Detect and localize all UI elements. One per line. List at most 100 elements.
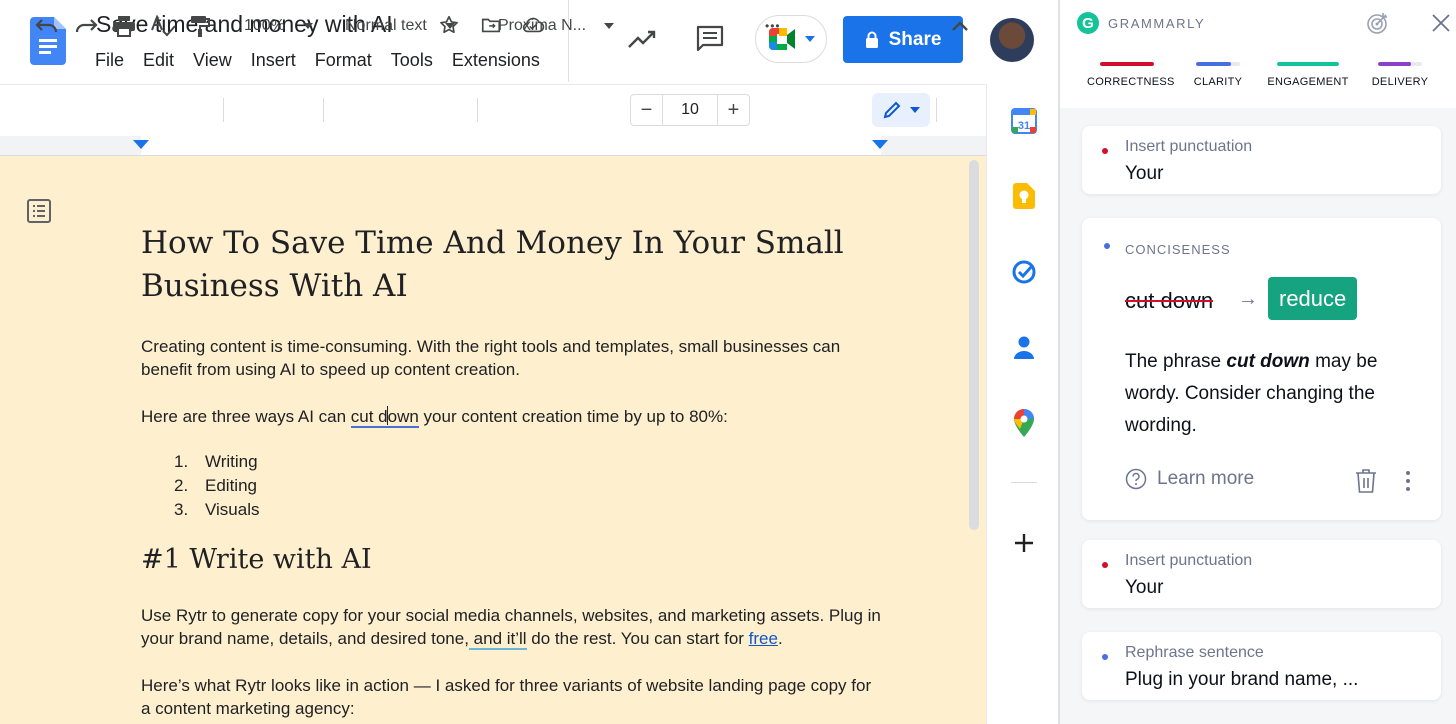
menu-format[interactable]: Format (315, 50, 372, 71)
rytr-paragraph: Use Rytr to generate copy for your socia… (141, 604, 881, 650)
menu-file[interactable]: File (95, 50, 124, 71)
suggestion-preview: Plug in your brand name, ... (1125, 669, 1359, 690)
correctness-dot (1102, 148, 1108, 154)
document-canvas[interactable]: How To Save Time And Money In Your Small… (0, 156, 986, 724)
grammarly-header: G GRAMMARLY CORRECTNESS CLARITY ENGAGEME… (1060, 0, 1456, 108)
category-engagement[interactable]: ENGAGEMENT (1267, 62, 1349, 88)
list-item: 2. Editing (141, 474, 881, 498)
comment-history-icon[interactable] (694, 24, 726, 54)
delivery-bar (1378, 62, 1422, 66)
free-link[interactable]: free (749, 629, 778, 648)
list-text: Writing (205, 452, 258, 471)
increase-font-size-button[interactable]: + (717, 95, 749, 125)
divider (223, 98, 224, 122)
suggestion-preview: Your (1125, 577, 1164, 598)
suggestion-category: CONCISENESS (1125, 242, 1231, 257)
menu-tools[interactable]: Tools (391, 50, 433, 71)
paint-format-icon[interactable] (189, 0, 211, 52)
category-correctness[interactable]: CORRECTNESS (1087, 62, 1174, 88)
suggestion-card[interactable]: Rephrase sentence Plug in your brand nam… (1082, 632, 1441, 700)
vertical-scrollbar[interactable] (969, 160, 979, 530)
avatar[interactable] (990, 18, 1034, 62)
pencil-icon (883, 101, 901, 119)
paragraph-text: Here are three ways AI can (141, 407, 351, 426)
list-text: Editing (205, 476, 257, 495)
font-size-input[interactable]: 10 (663, 95, 717, 125)
divider (1011, 482, 1037, 483)
flagged-text: own (387, 407, 419, 426)
close-icon[interactable] (1430, 12, 1452, 34)
font-family-select[interactable]: Proxima N... (498, 0, 615, 52)
lock-icon (865, 31, 878, 48)
grammarly-panel: G GRAMMARLY CORRECTNESS CLARITY ENGAGEME… (1060, 0, 1456, 724)
google-calendar-icon[interactable]: 31 (1011, 108, 1037, 134)
spellcheck-icon[interactable] (150, 0, 176, 52)
paragraph-text: do the rest. You can start for (526, 629, 749, 648)
category-label: CLARITY (1193, 76, 1243, 88)
list-item: 1. Writing (141, 450, 881, 474)
dismiss-trash-icon[interactable] (1354, 468, 1378, 494)
category-label: DELIVERY (1371, 76, 1429, 88)
suggestion-card[interactable]: Insert punctuation Your (1082, 540, 1441, 608)
engagement-bar (1277, 62, 1339, 66)
category-delivery[interactable]: DELIVERY (1370, 62, 1430, 88)
clarity-dot (1102, 654, 1108, 660)
suggestion-type: Insert punctuation (1125, 138, 1253, 155)
grammarly-brand: GRAMMARLY (1108, 16, 1206, 31)
side-panel: 31 (986, 84, 1058, 724)
suggestion-card[interactable]: Insert punctuation Your (1082, 126, 1441, 194)
google-keep-icon[interactable] (1011, 183, 1037, 209)
menu-bar: File Edit View Insert Format Tools Exten… (95, 50, 540, 71)
editing-mode-button[interactable] (872, 93, 930, 127)
zoom-select[interactable]: 100% (244, 0, 313, 52)
google-contacts-icon[interactable] (1011, 335, 1037, 361)
flagged-text: cut d (350, 407, 388, 426)
more-vertical-icon[interactable] (1404, 469, 1412, 493)
ruler-text-area (141, 136, 881, 156)
print-icon[interactable] (112, 0, 136, 52)
accept-suggestion-button[interactable]: reduce (1268, 277, 1358, 320)
flagged-phrase[interactable]: cut down (350, 406, 419, 428)
learn-more-label: Learn more (1157, 468, 1255, 489)
chevron-down-icon (805, 36, 815, 42)
redo-icon[interactable] (73, 0, 99, 52)
correctness-dot (1102, 562, 1108, 568)
add-addon-icon[interactable] (1011, 530, 1037, 556)
paragraph-style-select[interactable]: Normal text (345, 0, 455, 52)
explanation-text: The phrase (1125, 351, 1227, 372)
category-label: ENGAGEMENT (1267, 76, 1349, 88)
divider (936, 98, 937, 122)
rytr-action-paragraph: Here’s what Rytr looks like in action — … (141, 676, 872, 718)
numbered-list: 1. Writing 2. Editing 3. Visuals (141, 450, 881, 522)
more-options-button[interactable]: ••• (765, 0, 781, 52)
document-body: How To Save Time And Money In Your Small… (141, 222, 881, 720)
document-outline-icon[interactable] (26, 198, 52, 224)
formatting-toolbar (0, 84, 986, 136)
menu-insert[interactable]: Insert (251, 50, 296, 71)
document-heading: How To Save Time And Money In Your Small… (141, 225, 844, 304)
clarity-bar (1196, 62, 1240, 66)
learn-more-link[interactable]: Learn more (1125, 468, 1254, 490)
right-indent-marker[interactable] (872, 140, 888, 149)
category-clarity[interactable]: CLARITY (1188, 62, 1248, 88)
left-indent-marker[interactable] (133, 140, 149, 149)
flagged-phrase[interactable]: and it’ll (468, 629, 527, 650)
ways-paragraph: Here are three ways AI can cut down your… (141, 405, 881, 428)
list-number: 3. (174, 500, 189, 519)
goals-target-icon[interactable] (1366, 11, 1390, 35)
menu-extensions[interactable]: Extensions (452, 50, 540, 71)
google-tasks-icon[interactable] (1011, 259, 1037, 285)
share-button[interactable]: Share (843, 16, 963, 63)
original-phrase: cut down (1125, 288, 1214, 313)
collapse-toolbar-icon[interactable] (950, 0, 970, 52)
menu-edit[interactable]: Edit (143, 50, 174, 71)
list-text: Visuals (205, 500, 260, 519)
google-maps-icon[interactable] (1011, 409, 1037, 437)
intro-paragraph: Creating content is time-consuming. With… (141, 337, 841, 379)
list-item: 3. Visuals (141, 498, 881, 522)
decrease-font-size-button[interactable]: − (631, 95, 663, 125)
activity-trend-icon[interactable] (626, 26, 658, 52)
menu-view[interactable]: View (193, 50, 232, 71)
undo-icon[interactable] (34, 0, 60, 52)
share-label: Share (888, 28, 942, 50)
